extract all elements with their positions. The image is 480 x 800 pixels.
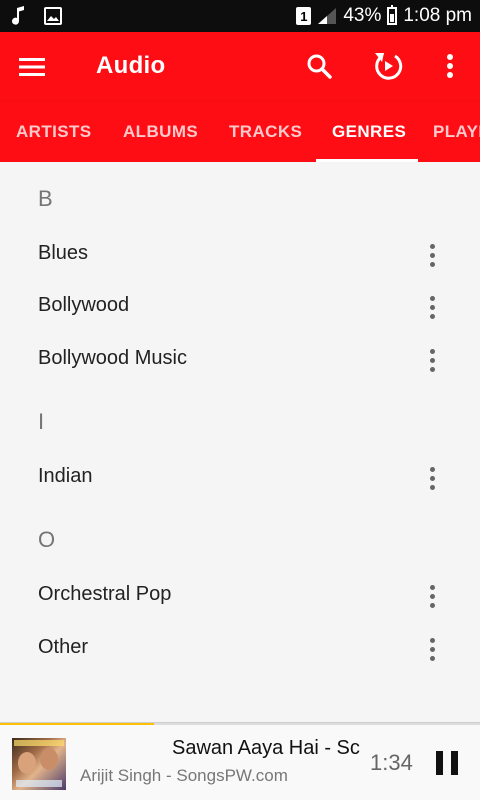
more-vert-icon: [447, 54, 453, 78]
genre-row-orchestral-pop[interactable]: Orchestral Pop: [0, 570, 480, 622]
genre-more-options-icon[interactable]: [414, 291, 450, 323]
more-options-button[interactable]: [434, 50, 466, 82]
genre-row-bollywood-music[interactable]: Bollywood Music: [0, 334, 480, 386]
genre-row-other[interactable]: Other: [0, 623, 480, 675]
pause-button[interactable]: [434, 749, 462, 777]
resume-playback-button[interactable]: [372, 50, 404, 82]
music-note-icon: [12, 6, 24, 25]
search-button[interactable]: [303, 50, 335, 82]
pause-icon: [436, 751, 443, 775]
track-time: 1:34: [370, 750, 413, 775]
tab-artists[interactable]: ARTISTS: [16, 102, 92, 162]
section-header-b: B: [38, 186, 53, 211]
battery-percent: 43%: [343, 5, 382, 26]
genre-row-indian[interactable]: Indian: [0, 452, 480, 504]
playback-progress-fill: [0, 723, 154, 725]
hamburger-menu-icon: [19, 58, 45, 76]
genre-label: Bollywood Music: [38, 347, 187, 369]
clock: 1:08 pm: [403, 5, 472, 26]
battery-icon: [387, 5, 398, 25]
status-indicators: 1 43% 1:08 pm: [296, 0, 472, 32]
genre-label: Blues: [38, 242, 89, 264]
refresh-icon: [375, 53, 403, 80]
tab-tracks[interactable]: TRACKS: [229, 102, 302, 162]
genre-more-options-icon[interactable]: [414, 462, 450, 494]
tab-genres[interactable]: GENRES: [332, 102, 406, 162]
section-header-o: O: [38, 527, 56, 552]
status-notifications: [12, 0, 62, 32]
genre-label: Other: [38, 636, 89, 658]
genre-row-bollywood[interactable]: Bollywood: [0, 281, 480, 333]
genre-more-options-icon[interactable]: [414, 239, 450, 271]
section-header-i: I: [38, 409, 45, 434]
genre-more-options-icon[interactable]: [414, 580, 450, 612]
album-art[interactable]: [12, 738, 66, 790]
genre-more-options-icon[interactable]: [414, 633, 450, 665]
tab-albums[interactable]: ALBUMS: [123, 102, 198, 162]
status-bar: 1 43% 1:08 pm: [0, 0, 480, 32]
menu-button[interactable]: [18, 53, 46, 81]
sim-badge: 1: [296, 7, 312, 25]
app-bar: Audio: [0, 32, 480, 102]
genre-label: Indian: [38, 465, 93, 487]
genre-label: Bollywood: [38, 294, 130, 316]
track-artist: Arijit Singh - SongsPW.com: [80, 766, 288, 785]
track-title: Sawan Aaya Hai - Sc: [172, 737, 360, 759]
signal-icon: [318, 8, 337, 24]
tab-bar: ARTISTS ALBUMS TRACKS GENRES PLAYL: [0, 102, 480, 162]
genre-list[interactable]: B Blues Bollywood Bollywood Music I Indi…: [0, 162, 480, 722]
genre-label: Orchestral Pop: [38, 583, 172, 605]
track-info[interactable]: Sawan Aaya Hai - Sc Arijit Singh - Songs…: [80, 737, 360, 786]
playback-progress-bar[interactable]: [0, 723, 480, 725]
mini-player[interactable]: Sawan Aaya Hai - Sc Arijit Singh - Songs…: [0, 722, 480, 800]
genre-more-options-icon[interactable]: [414, 344, 450, 376]
search-icon: [307, 54, 332, 79]
image-icon: [44, 7, 62, 25]
app-title: Audio: [96, 52, 166, 79]
genre-row-blues[interactable]: Blues: [0, 229, 480, 281]
tab-playlists[interactable]: PLAYL: [433, 102, 480, 162]
